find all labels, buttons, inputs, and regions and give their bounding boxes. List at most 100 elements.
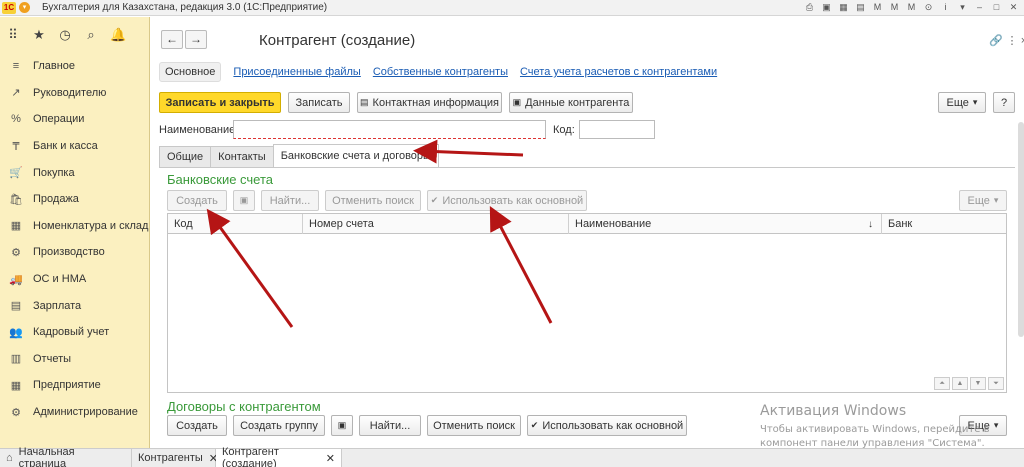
- tab-divider: [159, 167, 1015, 168]
- code-input[interactable]: [579, 120, 655, 139]
- bank-accounts-table[interactable]: Код Номер счета Наименование ↓ Банк ⏶ ▲ ▼…: [167, 213, 1007, 393]
- bank-more-button[interactable]: Еще ▾: [959, 190, 1007, 211]
- memory-plus-icon[interactable]: M: [888, 1, 901, 14]
- column-name[interactable]: Наименование ↓: [569, 214, 882, 234]
- tab-contacts-label: Контакты: [218, 151, 266, 163]
- apps-grid-icon[interactable]: ⠿: [6, 28, 20, 42]
- maximize-icon[interactable]: □: [990, 1, 1003, 14]
- section-attached-files[interactable]: Присоединенные файлы: [233, 66, 360, 78]
- dropdown-icon[interactable]: ▾: [956, 1, 969, 14]
- window-tab-home[interactable]: ⌂ Начальная страница: [0, 446, 132, 467]
- scroll-down-icon[interactable]: ▼: [970, 377, 986, 390]
- form-scrollbar[interactable]: [1018, 122, 1024, 337]
- sidebar-item[interactable]: 👥 Кадровый учет: [0, 319, 149, 346]
- search-icon[interactable]: ⌕: [84, 28, 98, 42]
- history-icon[interactable]: ◷: [58, 28, 72, 42]
- close-form-icon[interactable]: ×: [1017, 34, 1024, 48]
- sidebar-item[interactable]: 🛍 Продажа: [0, 186, 149, 213]
- contracts-title: Договоры с контрагентом: [167, 399, 321, 414]
- contracts-create-label: Создать: [176, 419, 218, 432]
- contracts-copy-button[interactable]: ▣: [331, 415, 353, 436]
- link-icon[interactable]: 🔗: [989, 34, 1003, 48]
- minimize-icon[interactable]: –: [973, 1, 986, 14]
- sidebar-item[interactable]: 🛒 Покупка: [0, 159, 149, 186]
- tab-contacts[interactable]: Контакты: [210, 146, 274, 167]
- column-bank[interactable]: Банк: [882, 214, 1006, 234]
- sidebar-item-label: Администрирование: [33, 406, 138, 419]
- sidebar-item-label: Главное: [33, 60, 76, 73]
- help-label: ?: [1000, 96, 1008, 109]
- more-button[interactable]: Еще ▾: [938, 92, 986, 113]
- checkmark-icon: ✔: [430, 195, 439, 205]
- sidebar-item[interactable]: ▤ Зарплата: [0, 292, 149, 319]
- sidebar-item[interactable]: ≡ Главное: [0, 53, 149, 80]
- calendar-icon[interactable]: ▦: [837, 1, 850, 14]
- sidebar-item[interactable]: ⚙ Администрирование: [0, 399, 149, 426]
- main-menu-icon[interactable]: ▾: [19, 2, 30, 13]
- window-tab-counterparty-create[interactable]: Контрагент (создание) ✕: [216, 446, 342, 467]
- scroll-bottom-icon[interactable]: ⏷: [988, 377, 1004, 390]
- save-and-close-button[interactable]: Записать и закрыть: [159, 92, 281, 113]
- sidebar-item-label: ОС и НМА: [33, 273, 87, 286]
- window-tab-counterparties[interactable]: Контрагенты ✕: [132, 449, 218, 467]
- bank-find-button[interactable]: Найти...: [261, 190, 319, 211]
- tab-bank-accounts-contracts[interactable]: Банковские счета и договоры: [272, 144, 439, 167]
- sidebar-item[interactable]: ↗ Руководителю: [0, 80, 149, 107]
- section-settlement-accounts[interactable]: Счета учета расчетов с контрагентами: [520, 66, 717, 78]
- column-account-number-label: Номер счета: [309, 218, 374, 230]
- notifications-bell-icon[interactable]: 🔔: [110, 28, 126, 42]
- section-main[interactable]: Основное: [159, 62, 222, 82]
- contracts-use-main-button[interactable]: ✔ Использовать как основной: [527, 415, 687, 436]
- save-button[interactable]: Записать: [288, 92, 350, 113]
- tab-general[interactable]: Общие: [159, 146, 212, 167]
- window-tab-counterparty-create-label: Контрагент (создание): [222, 446, 279, 467]
- contracts-create-group-button[interactable]: Создать группу: [233, 415, 325, 436]
- contracts-find-button[interactable]: Найти...: [359, 415, 421, 436]
- zoom-icon[interactable]: ⊙: [922, 1, 935, 14]
- calculator-icon[interactable]: ▤: [854, 1, 867, 14]
- column-bank-label: Банк: [888, 218, 913, 230]
- scroll-up-icon[interactable]: ▲: [952, 377, 968, 390]
- contracts-cancel-search-button[interactable]: Отменить поиск: [427, 415, 521, 436]
- sidebar-item[interactable]: ⚙ Производство: [0, 239, 149, 266]
- column-code[interactable]: Код: [168, 214, 303, 234]
- sidebar-item[interactable]: ₸ Банк и касса: [0, 133, 149, 160]
- data-icon: ▣: [512, 97, 522, 107]
- info-icon[interactable]: i: [939, 1, 952, 14]
- favorites-star-icon[interactable]: ★: [32, 28, 46, 42]
- title-bar: 1С ▾ Бухгалтерия для Казахстана, редакци…: [0, 0, 1024, 16]
- tab-bank-accounts-contracts-label: Банковские счета и договоры: [280, 150, 431, 162]
- close-icon[interactable]: ✕: [1007, 1, 1020, 14]
- memory-minus-icon[interactable]: M: [905, 1, 918, 14]
- counterparty-data-button[interactable]: ▣ Данные контрагента: [509, 92, 633, 113]
- column-account-number[interactable]: Номер счета: [303, 214, 569, 234]
- contracts-create-button[interactable]: Создать: [167, 415, 227, 436]
- sidebar-item-label: Продажа: [33, 193, 79, 206]
- name-input[interactable]: [233, 120, 546, 139]
- bank-create-button[interactable]: Создать: [167, 190, 227, 211]
- close-tab-icon[interactable]: ✕: [326, 452, 335, 465]
- sidebar-item[interactable]: ▦ Предприятие: [0, 372, 149, 399]
- sidebar-item-label: Банк и касса: [33, 140, 98, 153]
- section-own-counterparties[interactable]: Собственные контрагенты: [373, 66, 508, 78]
- memory-icon[interactable]: M: [871, 1, 884, 14]
- sidebar-item[interactable]: % Операции: [0, 106, 149, 133]
- bank-use-main-button[interactable]: ✔ Использовать как основной: [427, 190, 587, 211]
- sidebar-item[interactable]: ▥ Отчеты: [0, 346, 149, 373]
- table-header: Код Номер счета Наименование ↓ Банк: [168, 214, 1006, 234]
- save-icon[interactable]: ▣: [820, 1, 833, 14]
- bank-cancel-search-button[interactable]: Отменить поиск: [325, 190, 421, 211]
- sidebar-item[interactable]: ▦ Номенклатура и склад: [0, 213, 149, 240]
- contact-info-button[interactable]: ▤ Контактная информация: [357, 92, 502, 113]
- scroll-top-icon[interactable]: ⏶: [934, 377, 950, 390]
- forward-button[interactable]: →: [185, 30, 207, 49]
- print-icon[interactable]: ⎙: [803, 1, 816, 14]
- back-button[interactable]: ←: [161, 30, 183, 49]
- help-button[interactable]: ?: [993, 92, 1015, 113]
- sidebar-item-icon: %: [11, 113, 21, 126]
- bank-create-label: Создать: [176, 194, 218, 207]
- code-label: Код:: [553, 124, 575, 136]
- bank-copy-button[interactable]: ▣: [233, 190, 255, 211]
- copy-icon: ▣: [239, 195, 249, 205]
- sidebar-item[interactable]: 🚚 ОС и НМА: [0, 266, 149, 293]
